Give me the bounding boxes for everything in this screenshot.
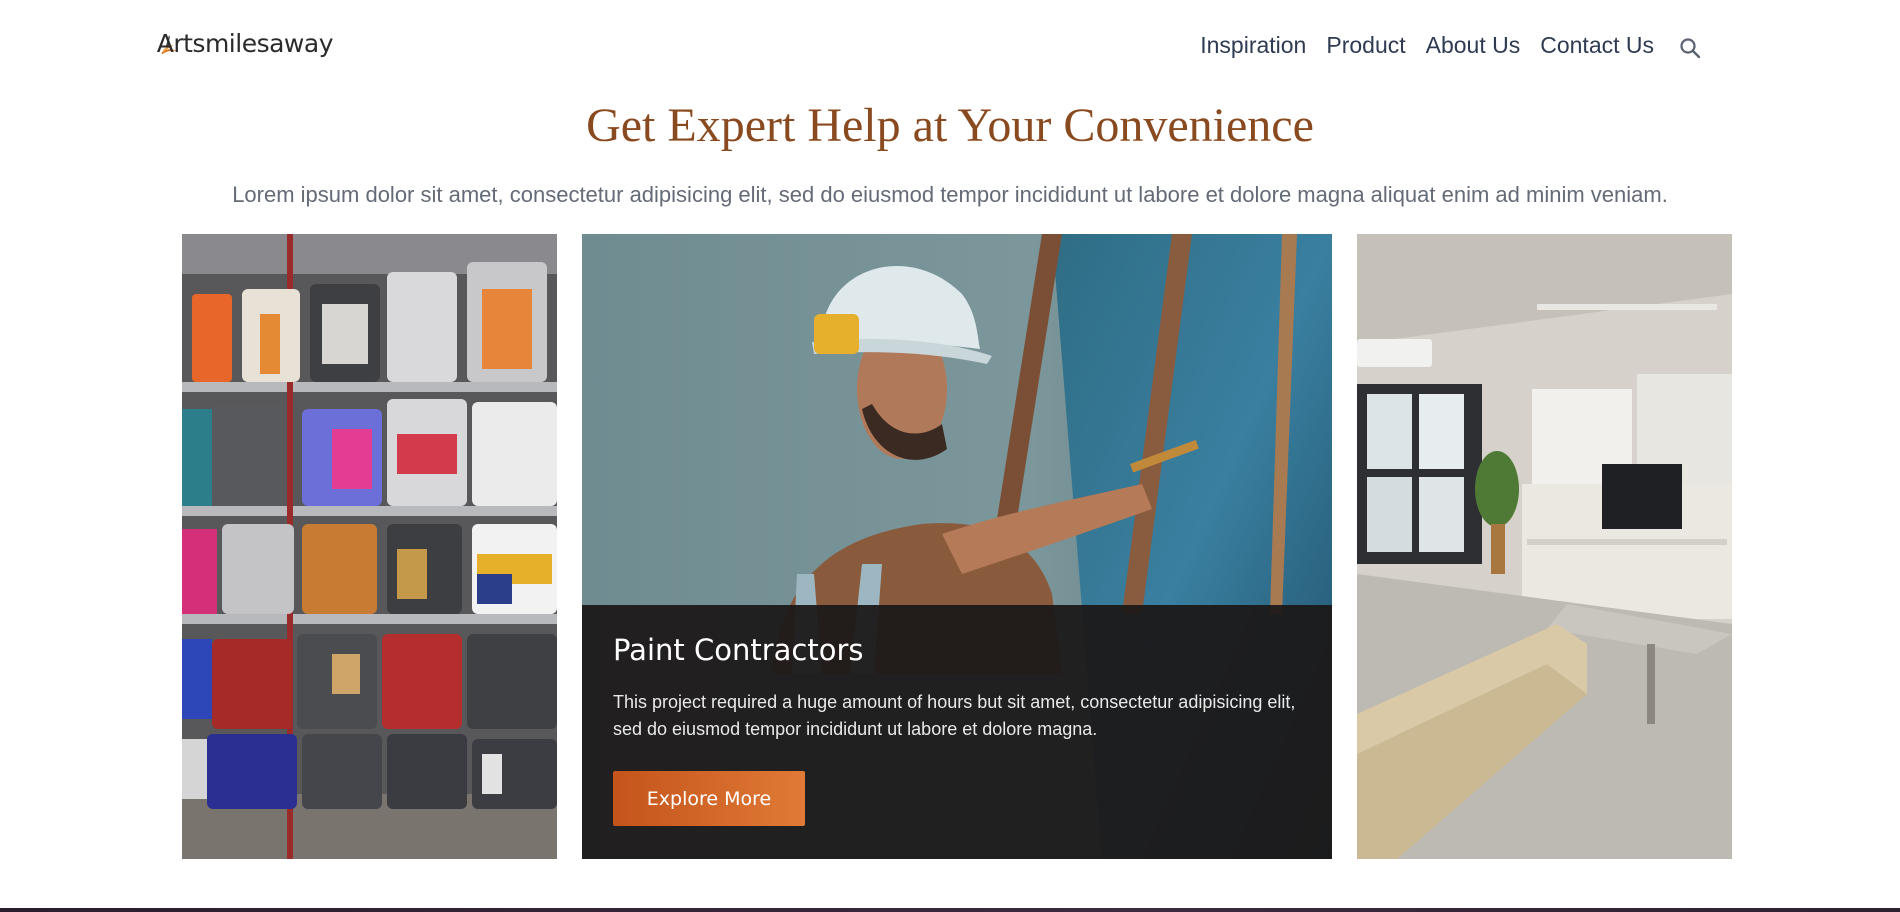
logo-text: Artsmilesaway xyxy=(156,28,334,58)
footer-divider xyxy=(0,908,1900,912)
site-header: Artsmilesaway Inspiration Product About … xyxy=(0,0,1900,90)
nav-inspiration[interactable]: Inspiration xyxy=(1200,32,1306,59)
logo[interactable]: Artsmilesaway xyxy=(156,24,334,66)
main-nav: Inspiration Product About Us Contact Us xyxy=(1200,30,1702,60)
card-overlay: Paint Contractors This project required … xyxy=(582,605,1332,859)
card-renovated-room[interactable] xyxy=(1357,234,1732,859)
card-paint-cans[interactable] xyxy=(182,234,557,859)
nav-contact-us[interactable]: Contact Us xyxy=(1540,32,1654,59)
card-paint-contractors[interactable]: Paint Contractors This project required … xyxy=(582,234,1332,859)
nav-product[interactable]: Product xyxy=(1326,32,1405,59)
renovated-room-image xyxy=(1357,234,1732,859)
page-title: Get Expert Help at Your Convenience xyxy=(586,99,1314,152)
paint-cans-shelf-image xyxy=(182,234,557,859)
page-subtitle: Lorem ipsum dolor sit amet, consectetur … xyxy=(232,182,1668,207)
nav-about-us[interactable]: About Us xyxy=(1426,32,1521,59)
card-description: This project required a huge amount of h… xyxy=(613,692,1296,739)
search-icon[interactable] xyxy=(1678,36,1702,60)
explore-more-button[interactable]: Explore More xyxy=(613,771,805,826)
card-title: Paint Contractors xyxy=(613,633,864,667)
